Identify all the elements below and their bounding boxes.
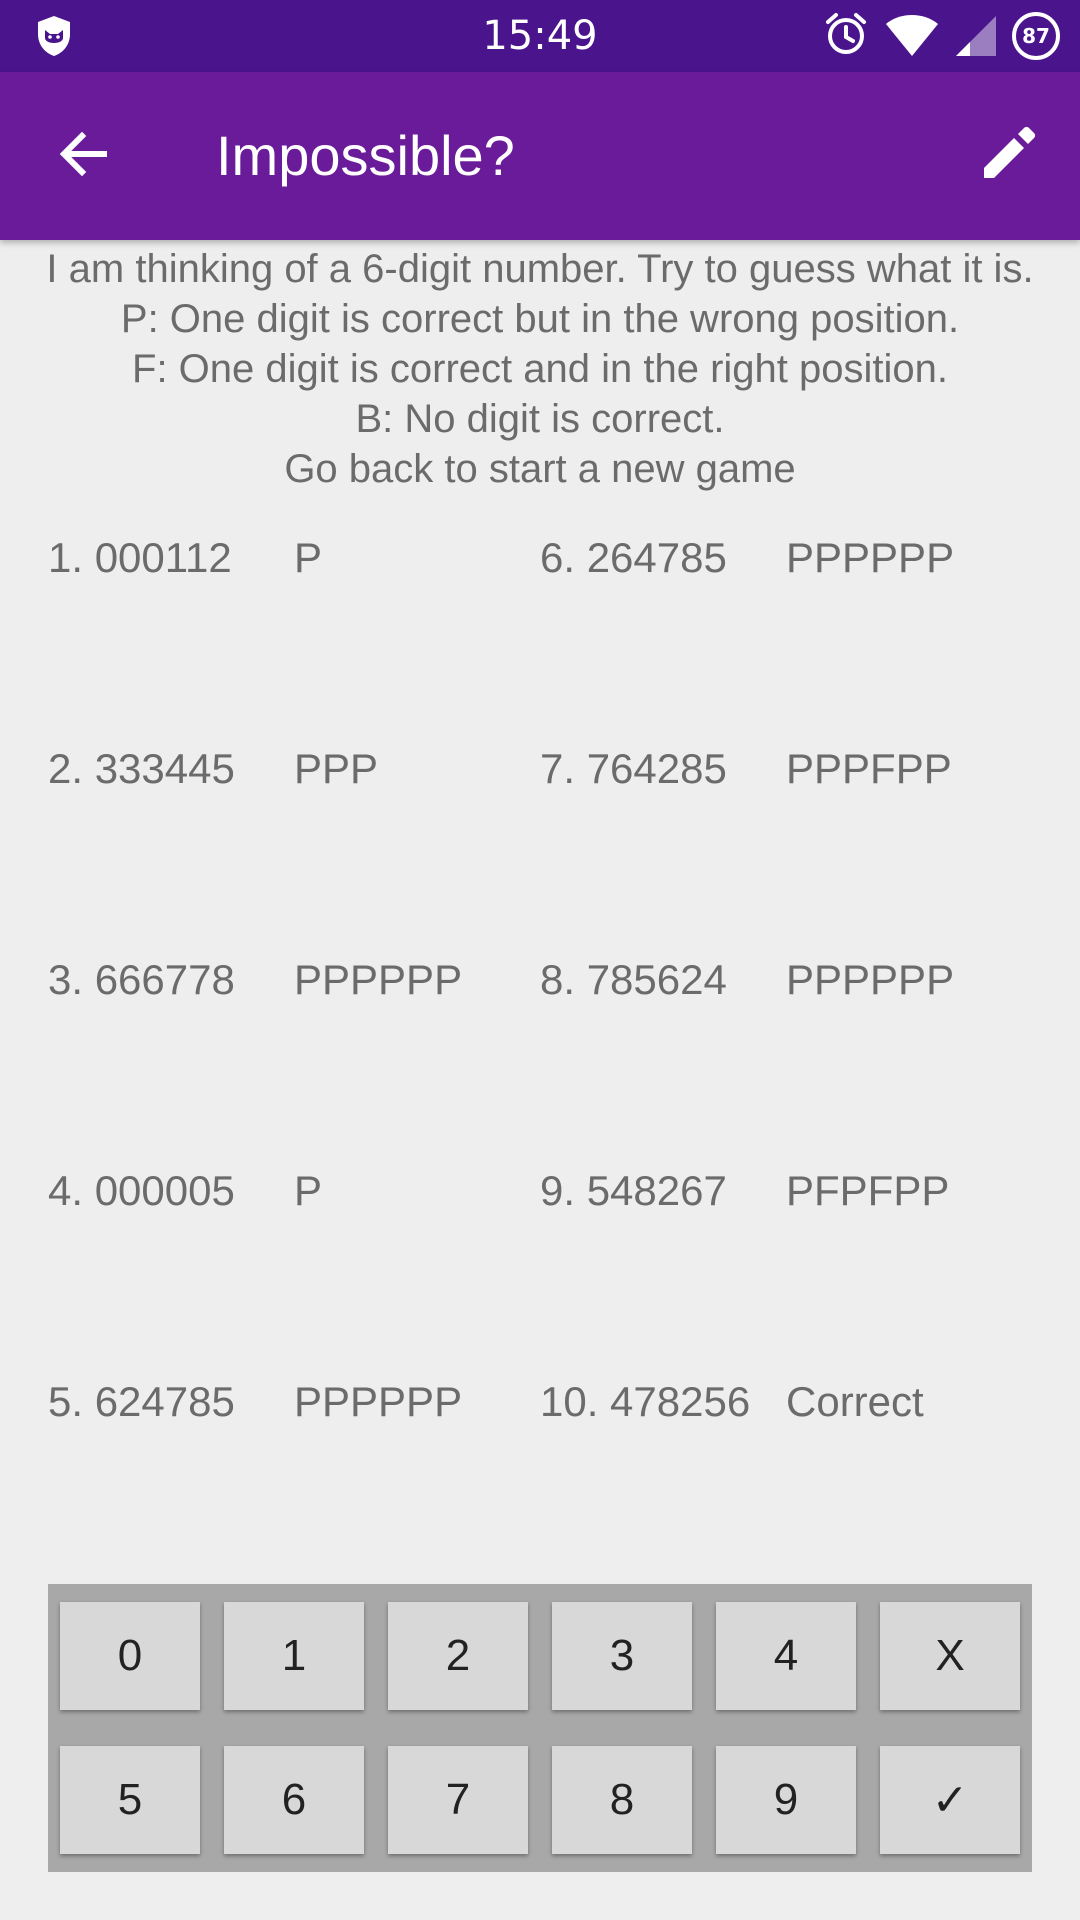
guess-number: 3. 666778 bbox=[48, 956, 235, 1003]
key-7[interactable]: 7 bbox=[388, 1746, 528, 1854]
submit-button[interactable]: ✓ bbox=[880, 1746, 1020, 1854]
key-9[interactable]: 9 bbox=[716, 1746, 856, 1854]
instruction-line: B: No digit is correct. bbox=[355, 397, 725, 441]
guess-result: P bbox=[294, 1167, 323, 1214]
pencil-icon bbox=[978, 124, 1038, 188]
guess-number: 4. 000005 bbox=[48, 1167, 235, 1214]
guess-result: PPPPPP bbox=[294, 1378, 463, 1425]
guess-number: 6. 264785 bbox=[540, 534, 727, 581]
guess-number: 9. 548267 bbox=[540, 1167, 727, 1214]
guess-list: 1. 000112 P 2. 333445 PPP 3. 666778 PPPP… bbox=[48, 528, 1048, 1428]
key-8[interactable]: 8 bbox=[552, 1746, 692, 1854]
key-3[interactable]: 3 bbox=[552, 1602, 692, 1710]
key-5[interactable]: 5 bbox=[60, 1746, 200, 1854]
guess-number: 7. 764285 bbox=[540, 745, 727, 792]
key-6[interactable]: 6 bbox=[224, 1746, 364, 1854]
guess-result: PPPPPP bbox=[294, 956, 463, 1003]
battery-icon: 87 bbox=[1012, 12, 1060, 60]
guess-result: PPP bbox=[294, 745, 379, 792]
status-bar: 15:49 87 bbox=[0, 0, 1080, 72]
guess-result: PPPPPP bbox=[786, 534, 955, 581]
key-2[interactable]: 2 bbox=[388, 1602, 528, 1710]
instruction-line: F: One digit is correct and in the right… bbox=[132, 347, 948, 391]
guess-number: 1. 000112 bbox=[48, 534, 232, 581]
guess-result: PPPPPP bbox=[786, 956, 955, 1003]
back-button[interactable] bbox=[48, 120, 120, 192]
instruction-line: P: One digit is correct but in the wrong… bbox=[120, 297, 960, 341]
guess-number: 2. 333445 bbox=[48, 745, 235, 792]
battery-level: 87 bbox=[1022, 24, 1050, 48]
guess-result: PFPFPP bbox=[786, 1167, 950, 1214]
page-title: Impossible? bbox=[216, 124, 515, 187]
signal-icon bbox=[954, 10, 998, 62]
key-1[interactable]: 1 bbox=[224, 1602, 364, 1710]
guess-number: 10. 478256 bbox=[540, 1378, 751, 1425]
clear-button[interactable]: X bbox=[880, 1602, 1020, 1710]
guess-number: 8. 785624 bbox=[540, 956, 727, 1003]
key-4[interactable]: 4 bbox=[716, 1602, 856, 1710]
status-icons: 87 bbox=[822, 10, 1060, 62]
wifi-icon bbox=[884, 10, 940, 62]
guess-number: 5. 624785 bbox=[48, 1378, 235, 1425]
alarm-icon bbox=[822, 10, 870, 62]
edit-button[interactable] bbox=[972, 120, 1044, 192]
instruction-line: Go back to start a new game bbox=[284, 447, 796, 491]
instruction-line: I am thinking of a 6-digit number. Try t… bbox=[46, 247, 1034, 291]
key-0[interactable]: 0 bbox=[60, 1602, 200, 1710]
guess-result: P bbox=[294, 534, 323, 581]
app-bar: Impossible? bbox=[0, 72, 1080, 240]
arrow-back-icon bbox=[56, 126, 112, 186]
instructions: I am thinking of a 6-digit number. Try t… bbox=[0, 244, 1080, 494]
guess-result: PPPFPP bbox=[786, 745, 952, 792]
guess-result: Correct bbox=[786, 1378, 924, 1425]
keypad: 0 1 2 3 4 X 5 6 7 8 9 ✓ bbox=[48, 1584, 1032, 1872]
